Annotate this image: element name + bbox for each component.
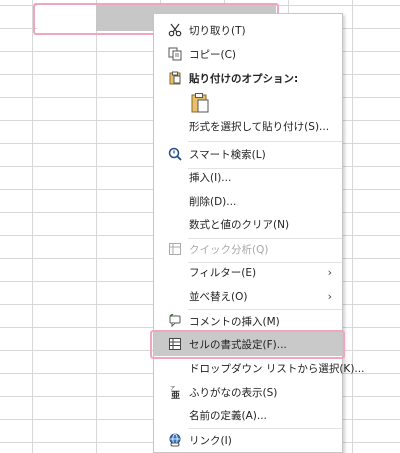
paste-options-header: 貼り付けのオプション:	[154, 66, 342, 90]
menu-item-phonetic-label: ふりがなの表示(S)	[189, 386, 278, 399]
menu-item-cut[interactable]: 切り取り(T)	[154, 18, 342, 42]
menu-item-pick-from-list[interactable]: ドロップダウン リストから選択(K)...	[154, 356, 364, 380]
search-icon	[167, 146, 183, 162]
menu-item-define-name[interactable]: 名前の定義(A)...	[154, 403, 342, 427]
context-menu: 切り取り(T) コピー(C) 貼り付けのオプション: 形式を選択して貼り付け(S…	[153, 13, 364, 453]
menu-item-filter-label: フィルター(E)	[189, 266, 257, 279]
svg-text:亜: 亜	[171, 390, 180, 399]
menu-item-cut-label: 切り取り(T)	[189, 24, 246, 37]
menu-item-quick-analysis: クイック分析(Q)	[154, 237, 342, 261]
clipboard-icon	[167, 70, 183, 86]
menu-item-insert-label: 挿入(I)...	[189, 171, 232, 184]
menu-item-clear-contents-label: 数式と値のクリア(N)	[189, 218, 290, 231]
menu-item-link[interactable]: リンク(I)	[154, 428, 342, 452]
menu-item-paste-special[interactable]: 形式を選択して貼り付け(S)...	[154, 114, 342, 138]
phonetic-icon: ア亜	[167, 384, 183, 400]
menu-item-quick-analysis-label: クイック分析(Q)	[189, 243, 269, 256]
menu-item-sort[interactable]: 並べ替え(O) ›	[154, 284, 342, 308]
menu-item-phonetic[interactable]: ア亜 ふりがなの表示(S)	[154, 380, 342, 404]
menu-item-clear-contents[interactable]: 数式と値のクリア(N)	[154, 212, 342, 236]
menu-item-paste-special-label: 形式を選択して貼り付け(S)...	[189, 120, 330, 133]
paste-button[interactable]	[189, 92, 211, 114]
menu-item-sort-label: 並べ替え(O)	[189, 290, 248, 303]
menu-item-insert[interactable]: 挿入(I)...	[154, 165, 342, 189]
menu-item-insert-comment-label: コメントの挿入(M)	[189, 315, 280, 328]
quick-analysis-icon	[167, 241, 183, 257]
menu-item-copy[interactable]: コピー(C)	[154, 42, 342, 66]
menu-item-pick-from-list-label: ドロップダウン リストから選択(K)...	[189, 362, 365, 375]
paste-options-label: 貼り付けのオプション:	[189, 72, 299, 85]
link-icon	[167, 432, 183, 448]
menu-item-link-label: リンク(I)	[189, 434, 232, 447]
copy-icon	[167, 46, 183, 62]
scissors-icon	[167, 22, 183, 38]
comment-icon	[167, 313, 183, 329]
chevron-right-icon: ›	[327, 265, 332, 279]
paste-clipboard-icon	[191, 93, 209, 113]
menu-item-copy-label: コピー(C)	[189, 48, 237, 61]
menu-item-smart-lookup-label: スマート検索(L)	[189, 148, 266, 161]
format-cells-highlight-box	[150, 330, 345, 359]
menu-item-delete-label: 削除(D)...	[189, 195, 237, 208]
menu-item-define-name-label: 名前の定義(A)...	[189, 409, 267, 422]
menu-item-delete[interactable]: 削除(D)...	[154, 189, 342, 213]
chevron-right-icon: ›	[327, 289, 332, 303]
menu-item-filter[interactable]: フィルター(E) ›	[154, 260, 342, 284]
menu-item-smart-lookup[interactable]: スマート検索(L)	[154, 142, 342, 166]
